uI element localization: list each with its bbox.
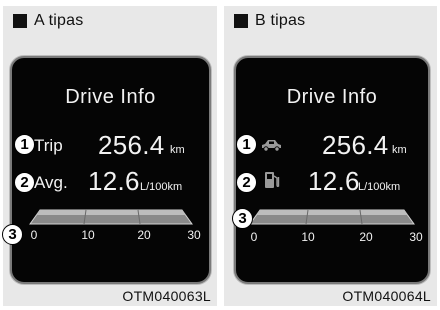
- avg-unit: L/100km: [358, 181, 401, 193]
- trip-value: 256.4: [322, 130, 389, 160]
- square-bullet-icon: [13, 14, 27, 28]
- drive-info-title: Drive Info: [286, 86, 378, 108]
- avg-value: 12.6: [88, 166, 140, 196]
- square-bullet-icon: [234, 14, 248, 28]
- car-icon: [260, 138, 282, 157]
- panel-b-title: B tipas: [255, 12, 306, 29]
- avg-unit: L/100km: [140, 181, 183, 193]
- tick-label: 0: [250, 230, 258, 244]
- trip-label: Trip: [34, 136, 63, 155]
- panel-b: B tipas Drive Info 1 256.4 km 2 12.6 L/1…: [224, 6, 437, 306]
- cluster-display-a: Drive Info 1 Trip 256.4 km 2 Avg. 12.6 L…: [2, 56, 211, 284]
- fuel-pump-icon: [264, 170, 280, 195]
- callout-1: 1: [236, 134, 257, 155]
- tick-label: 20: [359, 230, 373, 244]
- callout-3: 3: [232, 208, 253, 229]
- callout-1: 1: [14, 134, 35, 155]
- trip-unit: km: [170, 144, 185, 156]
- callout-2: 2: [236, 172, 257, 193]
- panel-a-heading: A tipas: [13, 11, 83, 31]
- tick-label: 30: [409, 230, 423, 244]
- tick-label: 10: [81, 228, 95, 242]
- tick-label: 20: [137, 228, 151, 242]
- tick-label: 0: [30, 228, 38, 242]
- avg-label: Avg.: [34, 173, 68, 192]
- scale-ticks: 0 10 20 30: [250, 230, 423, 244]
- trip-unit: km: [392, 144, 407, 156]
- figure-code-b: OTM040064L: [342, 288, 431, 304]
- tick-label: 10: [301, 230, 315, 244]
- panel-a: A tipas Drive Info 1 Trip 256.4 km 2 Avg…: [2, 6, 217, 306]
- avg-value: 12.6: [308, 166, 360, 196]
- tick-label: 30: [187, 228, 201, 242]
- drive-info-title: Drive Info: [65, 86, 156, 108]
- fuel-economy-bar: [246, 208, 418, 225]
- fuel-economy-bar: [26, 208, 196, 225]
- panel-a-title: A tipas: [34, 12, 84, 29]
- cluster-display-b: Drive Info 1 256.4 km 2 12.6 L/100km 3 0…: [232, 56, 430, 284]
- callout-3: 3: [2, 224, 23, 245]
- scale-ticks: 0 10 20 30: [30, 228, 201, 242]
- figure-code-a: OTM040063L: [122, 288, 211, 304]
- trip-value: 256.4: [98, 130, 165, 160]
- callout-2: 2: [14, 172, 35, 193]
- panel-b-heading: B tipas: [234, 11, 305, 31]
